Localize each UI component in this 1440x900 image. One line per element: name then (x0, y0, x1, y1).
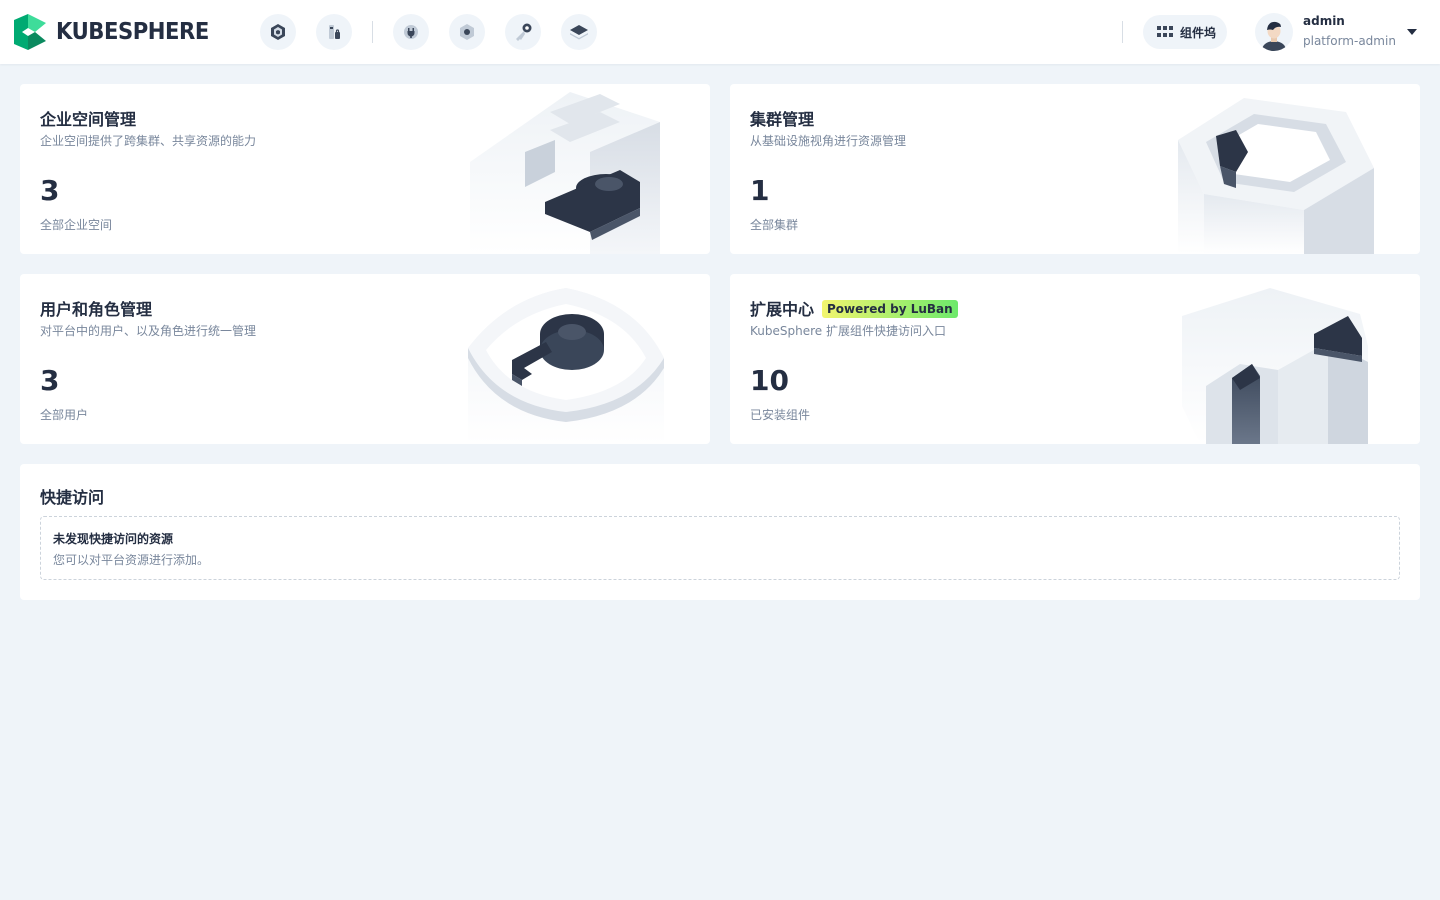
cluster-management-card[interactable]: 集群管理 从基础设施视角进行资源管理 1 全部集群 (730, 84, 1420, 254)
user-name: admin (1303, 14, 1345, 28)
empty-state-title: 未发现快捷访问的资源 (53, 532, 174, 546)
workspace-count-label: 全部企业空间 (40, 218, 113, 232)
extension-icon (404, 25, 418, 39)
user-role-management-card[interactable]: 用户和角色管理 对平台中的用户、以及角色进行统一管理 3 全部用户 (20, 274, 710, 444)
layers-icon (570, 25, 588, 40)
nav-divider (372, 21, 373, 43)
extension-count: 10 (750, 364, 789, 397)
workspace-icon (271, 24, 285, 40)
user-avatar-icon (1262, 21, 1286, 51)
user-count-label: 全部用户 (40, 408, 89, 422)
quick-access-title: 快捷访问 (40, 488, 105, 507)
component-dock-button[interactable]: 组件坞 (1143, 15, 1227, 49)
cluster-count-label: 全部集群 (750, 218, 799, 232)
kubesphere-logo-icon (14, 14, 46, 50)
card-title: 集群管理 (750, 110, 815, 129)
extension-center-title: 扩展中心 (750, 300, 815, 319)
quick-access-panel: 快捷访问 未发现快捷访问的资源 您可以对平台资源进行添加。 (20, 464, 1420, 600)
nav-extension-button[interactable] (393, 14, 429, 50)
extension-center-card[interactable]: 扩展中心 Powered by LuBan KubeSphere 扩展组件快捷访问… (730, 274, 1420, 444)
logo-text: KUBESPHERE (56, 19, 209, 45)
card-description: 企业空间提供了跨集群、共享资源的能力 (40, 134, 257, 148)
workspace-count: 3 (40, 174, 60, 207)
component-dock-label: 组件坞 (1180, 25, 1217, 40)
nav-layers-button[interactable] (561, 14, 597, 50)
nav-workspace-button[interactable] (260, 14, 296, 50)
workspace-management-card[interactable]: 企业空间管理 企业空间提供了跨集群、共享资源的能力 3 全部企业空间 (20, 84, 710, 254)
cluster-icon (329, 25, 340, 39)
card-description: KubeSphere 扩展组件快捷访问入口 (750, 324, 946, 338)
grid-icon (1157, 26, 1173, 37)
quick-access-empty-state: 未发现快捷访问的资源 您可以对平台资源进行添加。 (40, 516, 1400, 580)
nav-cluster-button[interactable] (316, 14, 352, 50)
avatar[interactable] (1255, 13, 1293, 51)
card-title: 扩展中心 Powered by LuBan (750, 296, 958, 320)
card-title: 企业空间管理 (40, 110, 137, 129)
access-key-icon (516, 23, 532, 41)
empty-state-description: 您可以对平台资源进行添加。 (53, 553, 210, 567)
card-description: 从基础设施视角进行资源管理 (750, 134, 907, 148)
header-divider (1122, 21, 1123, 43)
extension-count-label: 已安装组件 (750, 408, 811, 422)
user-menu-caret-icon[interactable] (1407, 29, 1417, 35)
nav-access-key-button[interactable] (505, 14, 541, 50)
nav-settings-button[interactable] (449, 14, 485, 50)
workspace-illustration-icon (470, 92, 660, 254)
card-description: 对平台中的用户、以及角色进行统一管理 (40, 324, 257, 338)
settings-icon (460, 24, 474, 40)
kubesphere-logo[interactable]: KUBESPHERE (14, 14, 222, 50)
extension-blocks-illustration-icon (1182, 288, 1368, 444)
cluster-count: 1 (750, 174, 770, 207)
top-header: KUBESPHERE 组件坞 admin platform-admin (0, 0, 1440, 64)
user-key-illustration-icon (468, 288, 664, 444)
powered-by-badge: Powered by LuBan (822, 300, 958, 318)
user-count: 3 (40, 364, 60, 397)
cluster-illustration-icon (1178, 98, 1374, 254)
card-title: 用户和角色管理 (40, 300, 153, 319)
user-role: platform-admin (1303, 34, 1396, 48)
